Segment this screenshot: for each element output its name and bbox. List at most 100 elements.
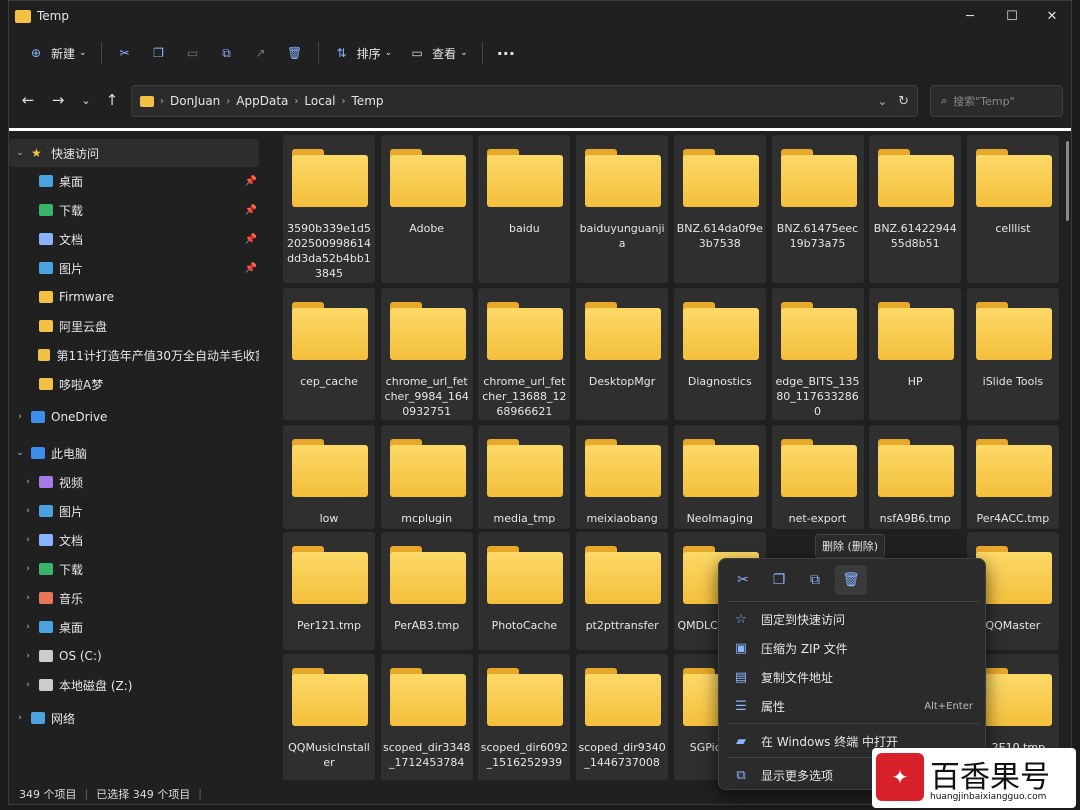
folder-item[interactable]: celllist (966, 135, 1059, 283)
folder-item[interactable]: PerAB3.tmp (380, 532, 473, 650)
scrollbar[interactable] (1066, 141, 1069, 221)
sidebar-item-pc-2[interactable]: › 文档 (9, 526, 259, 554)
folder-item[interactable]: nsfA9B6.tmp (869, 425, 962, 529)
sidebar-item-pc-5[interactable]: › 桌面 (9, 613, 259, 641)
sidebar-item-quick-7[interactable]: 哆啦A梦 (9, 370, 259, 398)
expand-chevron-icon[interactable]: › (21, 593, 35, 603)
rename-icon[interactable]: ⧉ (799, 565, 831, 595)
forward-arrow-icon[interactable]: → (47, 89, 69, 111)
folder-item[interactable]: BNZ.61475eec19b73a75 (771, 135, 864, 283)
sidebar-item-pc-1[interactable]: › 图片 (9, 497, 259, 525)
address-bar[interactable]: › DonJuan › AppData › Local › Temp ⌄ ↻ (131, 85, 918, 117)
breadcrumb-appdata[interactable]: AppData (236, 94, 288, 108)
folder-item[interactable]: HP (869, 288, 962, 420)
folder-item[interactable]: edge_BITS_13580_1176332860 (771, 288, 864, 420)
expand-chevron-icon[interactable]: › (21, 506, 35, 516)
back-arrow-icon[interactable]: ← (17, 89, 39, 111)
sidebar-item-quick-0[interactable]: 桌面 📌 (9, 167, 259, 195)
menu-item-zip[interactable]: ▣ 压缩为 ZIP 文件 (727, 634, 979, 662)
sidebar-item-quick-3[interactable]: 图片 📌 (9, 254, 259, 282)
sidebar-item-pc-7[interactable]: › 本地磁盘 (Z:) (9, 671, 259, 699)
refresh-icon[interactable]: ↻ (898, 94, 909, 109)
sidebar-item-network[interactable]: › 网络 (9, 704, 259, 732)
menu-item-pin-quick-access[interactable]: ☆ 固定到快速访问 (727, 605, 979, 633)
delete-button[interactable]: 🗑 (278, 37, 312, 69)
sidebar-item-onedrive[interactable]: › OneDrive (9, 403, 259, 431)
trash-icon[interactable]: 🗑 (835, 565, 867, 595)
folder-item[interactable]: QQMusicInstaller (283, 654, 375, 780)
expand-chevron-icon[interactable]: › (13, 713, 27, 723)
expand-chevron-icon[interactable]: ⌄ (13, 448, 27, 458)
breadcrumb-local[interactable]: Local (304, 94, 335, 108)
sidebar-item-pc-3[interactable]: › 下载 (9, 555, 259, 583)
folder-item[interactable]: chrome_url_fetcher_13688_1268966621 (478, 288, 571, 420)
expand-chevron-icon[interactable]: › (13, 412, 27, 422)
folder-item[interactable]: scoped_dir9340_1446737008 (576, 654, 669, 780)
folder-item[interactable]: Per121.tmp (283, 532, 375, 650)
folder-item[interactable]: BNZ.614da0f9e3b7538 (673, 135, 766, 283)
more-button[interactable]: ··· (489, 37, 523, 69)
folder-item[interactable]: Diagnostics (673, 288, 766, 420)
new-button[interactable]: ⊕ 新建 ⌄ (19, 37, 95, 69)
scissors-icon[interactable]: ✂ (727, 565, 759, 595)
cut-button[interactable]: ✂ (108, 37, 142, 69)
folder-item[interactable]: BNZ.6142294455d8b51 (869, 135, 962, 283)
expand-chevron-icon[interactable]: › (21, 564, 35, 574)
star-icon: ☆ (735, 611, 747, 627)
sidebar-item-pc-6[interactable]: › OS (C:) (9, 642, 259, 670)
expand-chevron-icon[interactable]: › (21, 535, 35, 545)
expand-chevron-icon[interactable]: › (21, 622, 35, 632)
folder-item[interactable]: baidu (478, 135, 571, 283)
expand-chevron-icon[interactable]: › (21, 477, 35, 487)
expand-chevron-icon[interactable]: ⌄ (13, 148, 27, 158)
paste-button[interactable]: ▭ (176, 37, 210, 69)
folder-item[interactable]: scoped_dir6092_1516252939 (478, 654, 571, 780)
rename-button[interactable]: ⧉ (210, 37, 244, 69)
folder-item[interactable]: mcplugin (380, 425, 473, 529)
sidebar-item-quick-1[interactable]: 下载 📌 (9, 196, 259, 224)
folder-item[interactable]: meixiaobang (576, 425, 669, 529)
minimize-button[interactable]: ─ (947, 1, 993, 31)
sort-button[interactable]: ⇅ 排序 ⌄ (325, 37, 401, 69)
copy-icon[interactable]: ❐ (763, 565, 795, 595)
folder-item[interactable]: scoped_dir3348_1712453784 (380, 654, 473, 780)
folder-item[interactable]: media_tmp (478, 425, 571, 529)
folder-item[interactable]: 3590b339e1d5202500998614dd3da52b4bb13845 (283, 135, 375, 283)
up-arrow-icon[interactable]: ↑ (101, 89, 123, 111)
cloud-icon (31, 411, 45, 423)
sidebar-item-quick-6[interactable]: 第11计打造年产值30万全自动羊毛收割机 (9, 341, 259, 369)
recent-chevron-icon[interactable]: ⌄ (75, 89, 97, 111)
share-button[interactable]: ↗ (244, 37, 278, 69)
folder-item[interactable]: net-export (771, 425, 864, 529)
search-input[interactable]: ⌕ 搜索"Temp" (930, 85, 1063, 117)
breadcrumb-temp[interactable]: Temp (352, 94, 384, 108)
menu-item-properties[interactable]: ☰ 属性 Alt+Enter (727, 692, 979, 720)
folder-item[interactable]: NeoImaging (673, 425, 766, 529)
breadcrumb-donjuan[interactable]: DonJuan (170, 94, 220, 108)
folder-item[interactable]: baiduyunguanjia (576, 135, 669, 283)
expand-chevron-icon[interactable]: › (21, 680, 35, 690)
sidebar-quick-access[interactable]: ⌄ ★ 快速访问 (9, 139, 259, 167)
sidebar-item-this-pc[interactable]: ⌄ 此电脑 (9, 439, 259, 467)
menu-item-copy-path[interactable]: ▤ 复制文件地址 (727, 663, 979, 691)
copy-button[interactable]: ❐ (142, 37, 176, 69)
sidebar-item-pc-4[interactable]: › 音乐 (9, 584, 259, 612)
close-button[interactable]: ✕ (1029, 1, 1075, 31)
history-chevron-icon[interactable]: ⌄ (878, 95, 887, 108)
folder-item[interactable]: DesktopMgr (576, 288, 669, 420)
folder-item[interactable]: chrome_url_fetcher_9984_1640932751 (380, 288, 473, 420)
folder-item[interactable]: PhotoCache (478, 532, 571, 650)
folder-item[interactable]: Per4ACC.tmp (966, 425, 1059, 529)
sidebar-item-quick-2[interactable]: 文档 📌 (9, 225, 259, 253)
expand-chevron-icon[interactable]: › (21, 651, 35, 661)
folder-item[interactable]: low (283, 425, 375, 529)
folder-item[interactable]: cep_cache (283, 288, 375, 420)
folder-item[interactable]: Adobe (380, 135, 473, 283)
sidebar-item-label: Firmware (59, 290, 114, 304)
sidebar-item-quick-5[interactable]: 阿里云盘 (9, 312, 259, 340)
folder-item[interactable]: pt2pttransfer (576, 532, 669, 650)
sidebar-item-pc-0[interactable]: › 视频 (9, 468, 259, 496)
sidebar-item-quick-4[interactable]: Firmware (9, 283, 259, 311)
folder-item[interactable]: iSlide Tools (966, 288, 1059, 420)
view-button[interactable]: ▭ 查看 ⌄ (400, 37, 476, 69)
